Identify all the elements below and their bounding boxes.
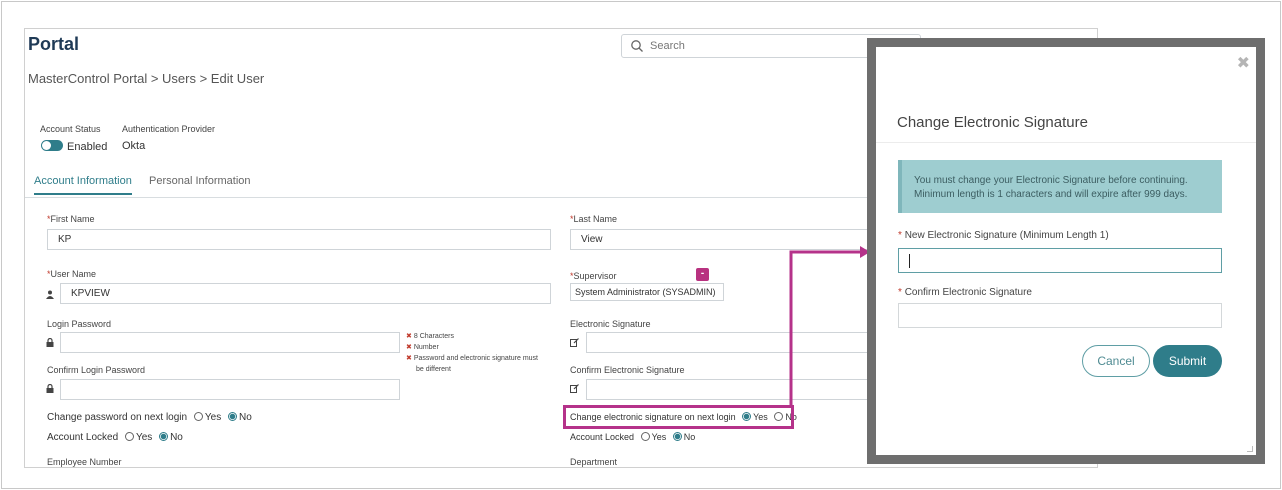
confirm-esig-input[interactable] [898, 303, 1222, 328]
x-mark-icon: ✖ [406, 344, 412, 351]
yes-label: Yes [135, 432, 153, 443]
change-esig-modal: ✖ Change Electronic Signature You must c… [876, 47, 1256, 455]
account-locked-yes-radio[interactable] [124, 432, 134, 441]
first-name-field[interactable]: KP [47, 229, 551, 250]
resize-handle[interactable] [1247, 446, 1253, 452]
change-password-yes-radio[interactable] [193, 412, 203, 421]
submit-button[interactable]: Submit [1153, 345, 1222, 377]
department-label: Department [570, 457, 618, 467]
no-label: No [170, 432, 183, 443]
auth-provider-label: Authentication Provider [122, 124, 216, 134]
confirm-esig-modal-label: * Confirm Electronic Signature [898, 287, 1032, 298]
edit-icon [570, 384, 579, 393]
new-esig-input[interactable] [898, 248, 1222, 273]
yes-label: Yes [651, 432, 667, 442]
account-locked-label: Account Locked [570, 432, 635, 442]
close-icon[interactable]: ✖ [1237, 53, 1250, 73]
supervisor-field[interactable]: System Administrator (SYSADMIN) [570, 283, 724, 301]
account-locked-no-radio[interactable] [159, 432, 169, 441]
esig-label: Electronic Signature [570, 319, 651, 329]
last-name-label: *Last Name [570, 214, 617, 224]
info-alert: You must change your Electronic Signatur… [898, 160, 1222, 213]
confirm-esig-modal-label-text: Confirm Electronic Signature [904, 287, 1032, 298]
account-locked-left: Account Locked Yes No [47, 432, 183, 443]
rule-text: 8 Characters [413, 333, 454, 340]
account-locked-label: Account Locked [47, 432, 119, 443]
confirm-login-password-label: Confirm Login Password [47, 365, 146, 375]
text-caret [909, 254, 910, 268]
rule-item: be different [406, 364, 538, 375]
rule-text: be different [416, 366, 451, 373]
account-status-label: Account Status [40, 124, 101, 134]
no-label: No [238, 412, 252, 423]
breadcrumb: MasterControl Portal > Users > Edit User [28, 71, 265, 86]
last-name-label-text: Last Name [573, 214, 618, 224]
required-mark: * [898, 287, 902, 298]
rule-text: Number [413, 344, 439, 351]
callout-arrow [789, 246, 870, 406]
alert-line-2: Minimum length is 1 characters and will … [914, 189, 1188, 200]
edit-icon [570, 338, 579, 347]
x-mark-icon: ✖ [406, 333, 412, 340]
cancel-button[interactable]: Cancel [1082, 345, 1150, 377]
new-esig-label-text: New Electronic Signature (Minimum Length… [904, 230, 1109, 241]
tab-account-information[interactable]: Account Information [34, 175, 132, 195]
login-password-field[interactable] [60, 332, 400, 353]
modal-title: Change Electronic Signature [897, 114, 1088, 131]
rule-item: ✖ 8 Characters [406, 331, 538, 342]
change-password-next-login: Change password on next login Yes No [47, 412, 252, 423]
password-rules: ✖ 8 Characters ✖ Number ✖ Password and elec… [406, 331, 538, 375]
supervisor-label-text: Supervisor [573, 271, 617, 281]
account-locked-right: Account Locked Yes No [570, 432, 695, 442]
confirm-esig-label: Confirm Electronic Signature [570, 365, 685, 375]
yes-label: Yes [204, 412, 222, 423]
user-name-label: *User Name [47, 269, 96, 279]
login-password-label: Login Password [47, 319, 112, 329]
change-password-no-radio[interactable] [227, 412, 237, 421]
account-status-value: Enabled [67, 141, 108, 153]
modal-divider [876, 142, 1256, 143]
new-esig-label: * New Electronic Signature (Minimum Leng… [898, 230, 1109, 241]
x-mark-icon: ✖ [406, 355, 412, 362]
search-placeholder: Search [650, 40, 685, 52]
lock-icon [46, 338, 54, 347]
confirm-login-password-field[interactable] [60, 379, 400, 400]
required-mark: * [898, 230, 902, 241]
lock-icon [46, 384, 54, 393]
remove-supervisor-button[interactable]: - [696, 268, 709, 281]
change-password-label: Change password on next login [47, 412, 188, 423]
user-icon [46, 290, 54, 299]
user-name-label-text: User Name [50, 269, 97, 279]
first-name-label: *First Name [47, 214, 95, 224]
alert-line-1: You must change your Electronic Signatur… [914, 175, 1188, 186]
rule-item: ✖ Number [406, 342, 538, 353]
first-name-label-text: First Name [50, 214, 95, 224]
account-locked-yes-radio[interactable] [640, 432, 650, 441]
rule-text: Password and electronic signature must [413, 355, 538, 362]
auth-provider-value: Okta [122, 140, 146, 152]
portal-brand[interactable]: Portal [28, 34, 79, 55]
no-label: No [683, 432, 696, 442]
rule-item: ✖ Password and electronic signature must [406, 353, 538, 364]
search-icon [631, 40, 643, 52]
account-locked-no-radio[interactable] [672, 432, 682, 441]
account-status-toggle[interactable] [41, 140, 63, 151]
user-name-field[interactable]: KPVIEW [60, 283, 551, 304]
employee-number-label: Employee Number [47, 457, 122, 467]
tab-personal-information[interactable]: Personal Information [149, 175, 251, 193]
esig-option-highlight [563, 405, 794, 429]
supervisor-label: *Supervisor [570, 271, 617, 281]
